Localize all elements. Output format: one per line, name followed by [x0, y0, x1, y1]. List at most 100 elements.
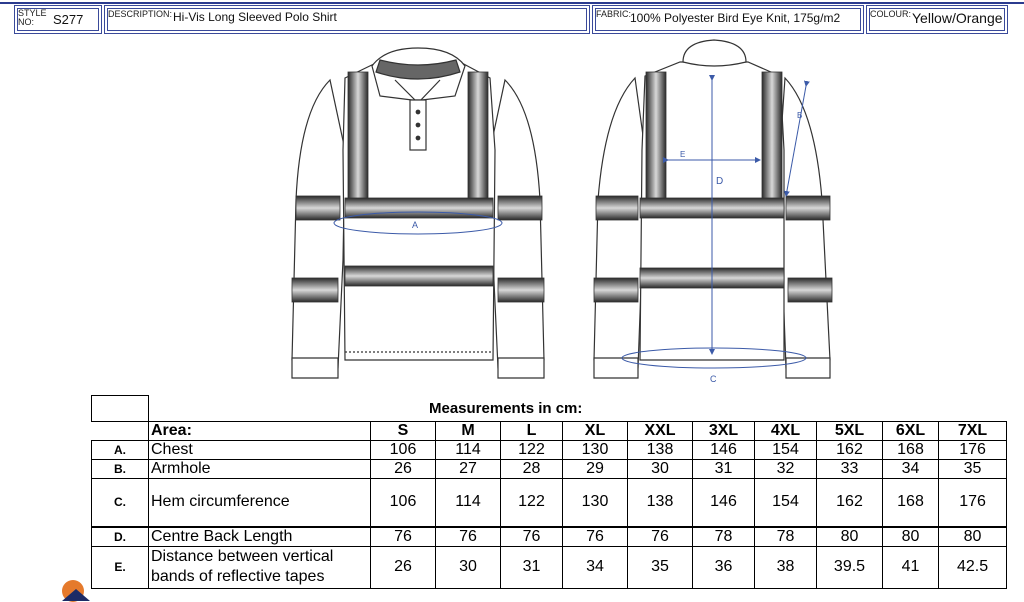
- style-value: S277: [53, 12, 84, 27]
- table-row: D. Centre Back Length 76 76 76 76 76 78 …: [91, 526, 1008, 547]
- cell: 39.5: [816, 545, 883, 589]
- row-area: Centre Back Length: [148, 526, 371, 547]
- cell: 162: [816, 478, 883, 528]
- description-value: Hi-Vis Long Sleeved Polo Shirt: [173, 10, 337, 24]
- table-row: A. Chest 106 114 122 130 138 146 154 162…: [91, 440, 1008, 460]
- label-a: A: [412, 220, 418, 230]
- table-title: Measurements in cm:: [148, 395, 1007, 422]
- cell: 41: [882, 545, 939, 589]
- cell: 138: [627, 478, 693, 528]
- label-b: B: [797, 111, 802, 120]
- label-e: E: [680, 150, 685, 159]
- cell: 146: [692, 440, 755, 460]
- table-row: E. Distance between vertical bands of re…: [91, 545, 1008, 589]
- cell: 76: [435, 526, 501, 547]
- cell: 80: [882, 526, 939, 547]
- cell: 78: [692, 526, 755, 547]
- label-c: C: [710, 374, 717, 384]
- cell: 122: [500, 440, 563, 460]
- fabric-box: FABRIC: 100% Polyester Bird Eye Knit, 17…: [592, 5, 864, 34]
- colour-value: Yellow/Orange: [912, 10, 1003, 26]
- cell: 106: [370, 440, 436, 460]
- row-code: A.: [91, 440, 149, 460]
- cell: 154: [754, 478, 817, 528]
- cell: 168: [882, 478, 939, 528]
- row-area: Armhole: [148, 459, 371, 479]
- cell: 34: [562, 545, 628, 589]
- cell: 106: [370, 478, 436, 528]
- cell: 130: [562, 478, 628, 528]
- size-header: 5XL: [816, 421, 883, 441]
- row-area: Hem circumference: [148, 478, 371, 528]
- row-code: B.: [91, 459, 149, 479]
- size-header: XL: [562, 421, 628, 441]
- cell: 162: [816, 440, 883, 460]
- table-row: B. Armhole 26 27 28 29 30 31 32 33 34 35: [91, 459, 1008, 479]
- cell: 114: [435, 478, 501, 528]
- cell: 76: [500, 526, 563, 547]
- cell: 42.5: [937, 545, 1008, 589]
- cell: 122: [500, 478, 563, 528]
- size-header: M: [435, 421, 501, 441]
- row-code: E.: [91, 545, 149, 589]
- cell: 76: [370, 526, 436, 547]
- cell: 26: [370, 545, 436, 589]
- cell: 35: [627, 545, 693, 589]
- size-header: 3XL: [692, 421, 755, 441]
- table-header-row: Area: S M L XL XXL 3XL 4XL 5XL 6XL 7XL: [91, 421, 1008, 441]
- cell: 80: [937, 526, 1008, 547]
- row-code: C.: [91, 478, 149, 528]
- size-header: L: [500, 421, 563, 441]
- size-header: XXL: [627, 421, 693, 441]
- cell: 29: [562, 459, 628, 479]
- cell: 176: [937, 440, 1008, 460]
- cell: 27: [435, 459, 501, 479]
- style-box: STYLE NO: S277: [14, 5, 102, 34]
- cell: 36: [692, 545, 755, 589]
- cell: 28: [500, 459, 563, 479]
- garment-drawings: A D E B C: [291, 39, 833, 384]
- cell: 168: [882, 440, 939, 460]
- cell: 146: [692, 478, 755, 528]
- cell: 31: [500, 545, 563, 589]
- cell: 80: [816, 526, 883, 547]
- table-top-row: Measurements in cm:: [91, 395, 1007, 422]
- cell: 78: [754, 526, 817, 547]
- cell: 138: [627, 440, 693, 460]
- cell: 30: [627, 459, 693, 479]
- cell: 38: [754, 545, 817, 589]
- description-label: DESCRIPTION:: [108, 9, 173, 19]
- row-code: D.: [91, 526, 149, 547]
- size-header: 7XL: [937, 421, 1008, 441]
- cell: 35: [937, 459, 1008, 479]
- cell: 26: [370, 459, 436, 479]
- top-rule: [0, 2, 1024, 4]
- label-d: D: [716, 176, 723, 187]
- fabric-label: FABRIC:: [596, 9, 632, 19]
- colour-label: COLOUR:: [870, 9, 912, 19]
- measurements-table: Measurements in cm: Area: S M L XL XXL 3…: [91, 395, 1008, 589]
- empty-corner: [91, 395, 149, 422]
- size-header: 6XL: [882, 421, 939, 441]
- cell: 176: [937, 478, 1008, 528]
- size-header: S: [370, 421, 436, 441]
- row-area: Chest: [148, 440, 371, 460]
- size-header: 4XL: [754, 421, 817, 441]
- cell: 130: [562, 440, 628, 460]
- cell: 34: [882, 459, 939, 479]
- cell: 154: [754, 440, 817, 460]
- cell: 33: [816, 459, 883, 479]
- colour-box: COLOUR: Yellow/Orange: [866, 5, 1008, 34]
- cell: 32: [754, 459, 817, 479]
- table-row: C. Hem circumference 106 114 122 130 138…: [91, 478, 1008, 528]
- cell: 76: [627, 526, 693, 547]
- brand-logo-triangle: [62, 589, 90, 601]
- cell: 30: [435, 545, 501, 589]
- cell: 76: [562, 526, 628, 547]
- cell: 114: [435, 440, 501, 460]
- fabric-value: 100% Polyester Bird Eye Knit, 175g/m2: [630, 11, 841, 25]
- area-header: Area:: [148, 421, 371, 441]
- description-box: DESCRIPTION: Hi-Vis Long Sleeved Polo Sh…: [104, 5, 590, 34]
- cell: 31: [692, 459, 755, 479]
- style-label: STYLE NO:: [18, 8, 47, 27]
